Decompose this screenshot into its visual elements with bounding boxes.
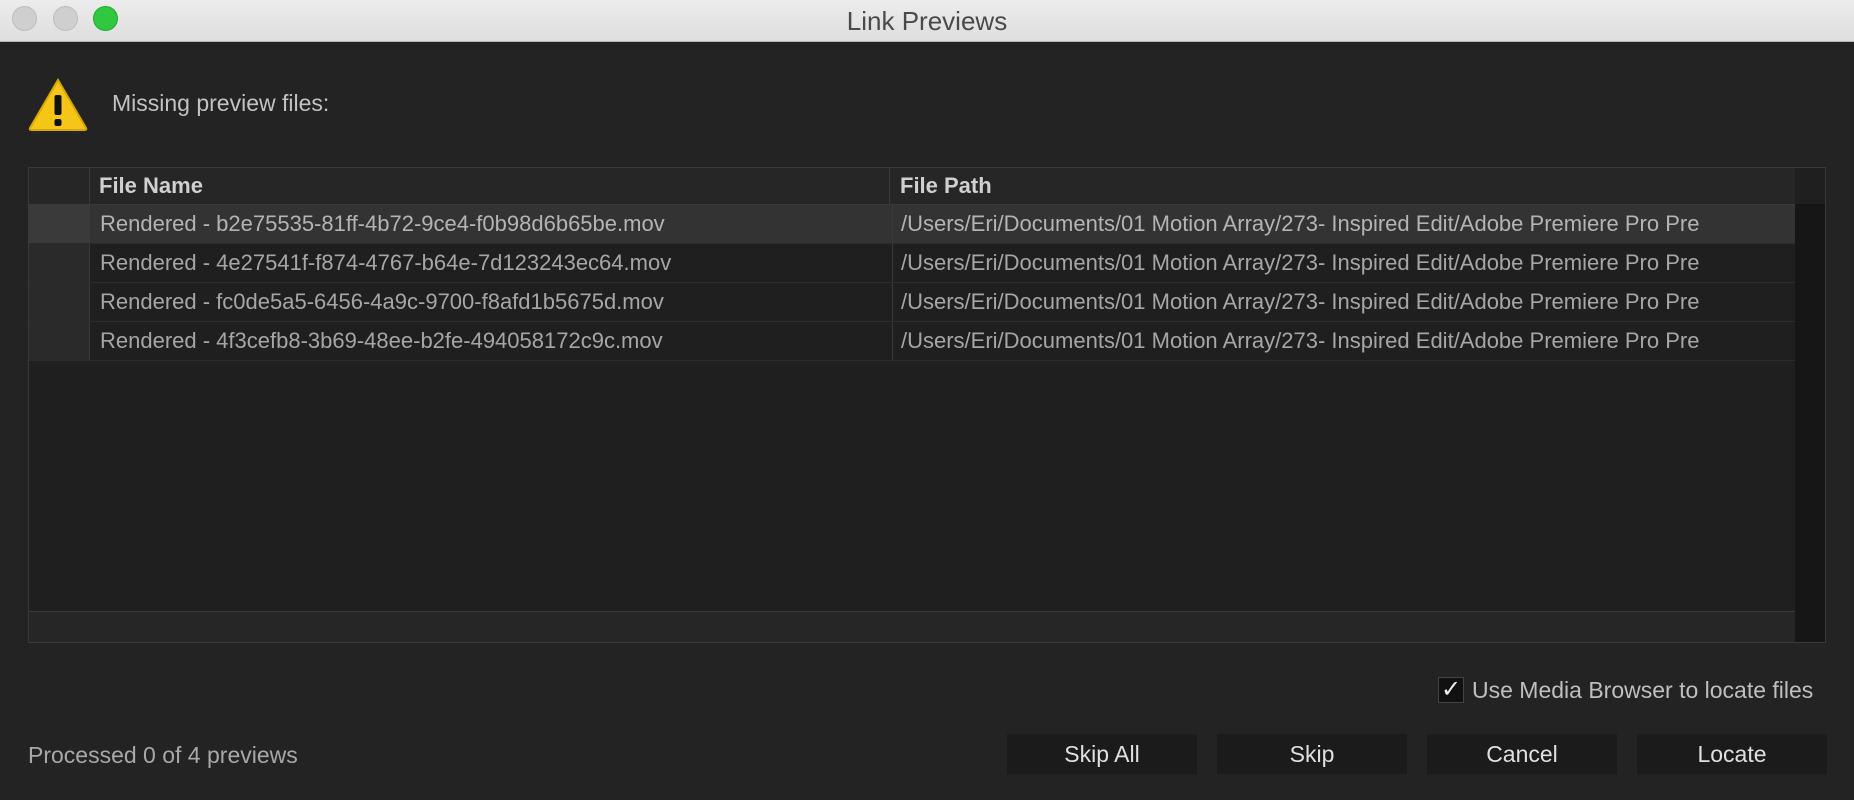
horizontal-scrollbar[interactable] bbox=[29, 611, 1795, 642]
file-path-cell: /Users/Eri/Documents/01 Motion Array/273… bbox=[892, 205, 1795, 243]
row-gutter bbox=[29, 205, 90, 243]
table-row[interactable]: Rendered - 4f3cefb8-3b69-48ee-b2fe-49405… bbox=[29, 322, 1795, 361]
warning-icon bbox=[28, 78, 88, 131]
progress-status: Processed 0 of 4 previews bbox=[28, 742, 298, 768]
table-row[interactable]: Rendered - 4e27541f-f874-4767-b64e-7d123… bbox=[29, 244, 1795, 283]
row-gutter bbox=[29, 322, 90, 360]
column-header-file-name[interactable]: File Name bbox=[91, 168, 890, 204]
table-header: File Name File Path bbox=[29, 168, 1795, 205]
window-title: Link Previews bbox=[846, 6, 1008, 36]
skip-all-button[interactable]: Skip All bbox=[1007, 734, 1197, 774]
locate-button[interactable]: Locate bbox=[1637, 734, 1827, 774]
skip-button[interactable]: Skip bbox=[1217, 734, 1407, 774]
file-path-cell: /Users/Eri/Documents/01 Motion Array/273… bbox=[892, 322, 1795, 360]
header-gutter bbox=[29, 168, 90, 204]
media-browser-option[interactable]: ✓ Use Media Browser to locate files bbox=[1438, 676, 1813, 704]
file-path-cell: /Users/Eri/Documents/01 Motion Array/273… bbox=[892, 244, 1795, 282]
media-browser-checkbox[interactable]: ✓ bbox=[1438, 677, 1464, 703]
table-row[interactable]: Rendered - b2e75535-81ff-4b72-9ce4-f0b98… bbox=[29, 205, 1795, 244]
missing-files-table: File Name File Path Rendered - b2e75535-… bbox=[28, 167, 1826, 643]
missing-files-label: Missing preview files: bbox=[112, 90, 330, 116]
vertical-scrollbar[interactable] bbox=[1795, 204, 1825, 612]
file-name-cell: Rendered - b2e75535-81ff-4b72-9ce4-f0b98… bbox=[100, 211, 665, 236]
table-row[interactable]: Rendered - fc0de5a5-6456-4a9c-9700-f8afd… bbox=[29, 283, 1795, 322]
cancel-button[interactable]: Cancel bbox=[1427, 734, 1617, 774]
scrollbar-corner bbox=[1795, 612, 1825, 642]
file-name-cell: Rendered - fc0de5a5-6456-4a9c-9700-f8afd… bbox=[100, 289, 664, 314]
column-header-file-path[interactable]: File Path bbox=[892, 168, 992, 204]
row-gutter bbox=[29, 244, 90, 282]
row-gutter bbox=[29, 283, 90, 321]
title-bar: Link Previews bbox=[0, 0, 1854, 42]
file-name-cell: Rendered - 4f3cefb8-3b69-48ee-b2fe-49405… bbox=[100, 328, 663, 353]
file-path-cell: /Users/Eri/Documents/01 Motion Array/273… bbox=[892, 283, 1795, 321]
table-body: Rendered - b2e75535-81ff-4b72-9ce4-f0b98… bbox=[29, 205, 1795, 361]
media-browser-label[interactable]: Use Media Browser to locate files bbox=[1472, 677, 1813, 704]
file-name-cell: Rendered - 4e27541f-f874-4767-b64e-7d123… bbox=[100, 250, 672, 275]
